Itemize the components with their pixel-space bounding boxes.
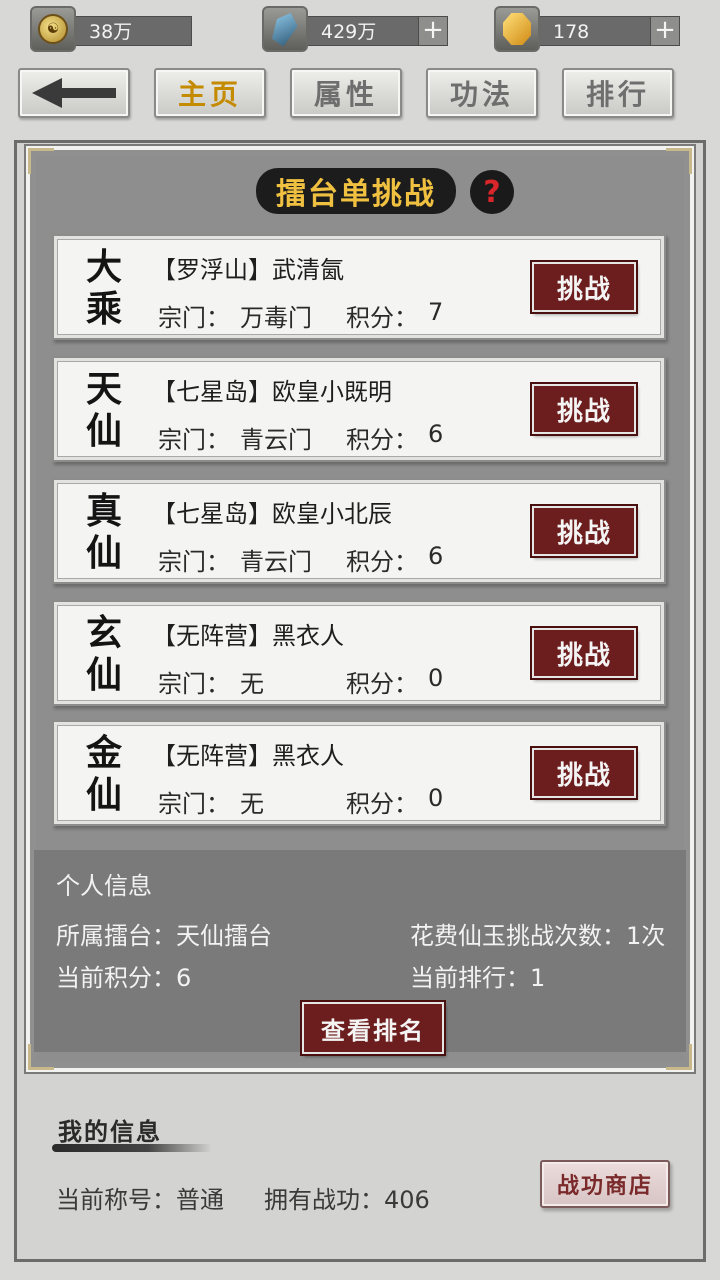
my-info-heading: 我的信息 [58, 1117, 162, 1146]
view-ranking-button[interactable]: 查看排名 [302, 1002, 444, 1054]
help-icon[interactable]: ? [470, 170, 514, 214]
crystal-value: 429万 [321, 21, 377, 43]
tab-attributes[interactable]: 属性 [290, 68, 402, 118]
score-value: 0 [428, 664, 444, 692]
merit-shop-button[interactable]: 战功商店 [540, 1160, 670, 1208]
challenge-button[interactable]: 挑战 [532, 506, 636, 556]
challenger-name: 【无阵营】黑衣人 [152, 622, 344, 650]
current-title: 当前称号：普通 [56, 1186, 224, 1214]
jade-challenge-count: 花费仙玉挑战次数：1次 [410, 922, 666, 950]
tab-ranking[interactable]: 排行 [562, 68, 674, 118]
score-label: 积分： [346, 790, 418, 818]
score-value: 0 [428, 784, 444, 812]
sect-label: 宗门： [158, 304, 230, 332]
coin-icon: ☯ [30, 6, 76, 52]
challenger-card: 大乘 【罗浮山】武清氤 宗门： 万毒门 积分： 7 挑战 [52, 234, 666, 340]
challenge-button[interactable]: 挑战 [532, 262, 636, 312]
realm-label: 玄仙 [85, 612, 122, 696]
tab-home[interactable]: 主页 [154, 68, 266, 118]
crystal-add-button[interactable]: + [418, 17, 447, 45]
challenge-button[interactable]: 挑战 [532, 384, 636, 434]
jade-add-button[interactable]: + [650, 17, 679, 45]
sect-label: 宗门： [158, 426, 230, 454]
jade-icon [494, 6, 540, 52]
challenger-card: 金仙 【无阵营】黑衣人 宗门： 无 积分： 0 挑战 [52, 720, 666, 826]
brush-stroke-divider [52, 1144, 212, 1152]
currency-crystal: 429万 + [262, 6, 448, 52]
jade-amount: 178 + [528, 16, 680, 46]
score-value: 6 [428, 420, 444, 448]
score-label: 积分： [346, 670, 418, 698]
realm-label: 天仙 [85, 368, 122, 452]
current-score: 当前积分：6 [56, 964, 192, 992]
tab-techniques[interactable]: 功法 [426, 68, 538, 118]
score-label: 积分： [346, 548, 418, 576]
challenger-name: 【七星岛】欧皇小既明 [152, 378, 392, 406]
challenger-name: 【罗浮山】武清氤 [152, 256, 344, 284]
sect-value: 无 [240, 790, 264, 818]
gold-amount: 38万 [64, 16, 192, 46]
panel-title: 擂台单挑战 [256, 168, 456, 214]
challenger-card: 玄仙 【无阵营】黑衣人 宗门： 无 积分： 0 挑战 [52, 600, 666, 706]
jade-value: 178 [553, 21, 590, 43]
realm-label: 大乘 [85, 246, 122, 330]
realm-label: 真仙 [85, 490, 122, 574]
challenge-button[interactable]: 挑战 [532, 628, 636, 678]
challenger-name: 【无阵营】黑衣人 [152, 742, 344, 770]
challenger-name: 【七星岛】欧皇小北辰 [152, 500, 392, 528]
sect-label: 宗门： [158, 670, 230, 698]
crystal-icon [262, 6, 308, 52]
back-button[interactable] [18, 68, 130, 118]
challenger-card: 真仙 【七星岛】欧皇小北辰 宗门： 青云门 积分： 6 挑战 [52, 478, 666, 584]
crystal-amount: 429万 + [296, 16, 448, 46]
score-value: 7 [428, 298, 444, 326]
sect-label: 宗门： [158, 790, 230, 818]
merit-points: 拥有战功：406 [264, 1186, 430, 1214]
sect-value: 青云门 [240, 548, 312, 576]
sect-value: 无 [240, 670, 264, 698]
sect-value: 万毒门 [240, 304, 312, 332]
current-rank: 当前排行：1 [410, 964, 546, 992]
sect-label: 宗门： [158, 548, 230, 576]
personal-info-heading: 个人信息 [56, 872, 152, 900]
challenge-button[interactable]: 挑战 [532, 748, 636, 798]
challenger-card: 天仙 【七星岛】欧皇小既明 宗门： 青云门 积分： 6 挑战 [52, 356, 666, 462]
currency-gold: ☯ 38万 [30, 6, 192, 52]
currency-jade: 178 + [494, 6, 680, 52]
sect-value: 青云门 [240, 426, 312, 454]
score-label: 积分： [346, 304, 418, 332]
arena-label: 所属擂台：天仙擂台 [56, 922, 272, 950]
realm-label: 金仙 [85, 732, 122, 816]
score-label: 积分： [346, 426, 418, 454]
back-arrow-icon [32, 78, 116, 108]
score-value: 6 [428, 542, 444, 570]
